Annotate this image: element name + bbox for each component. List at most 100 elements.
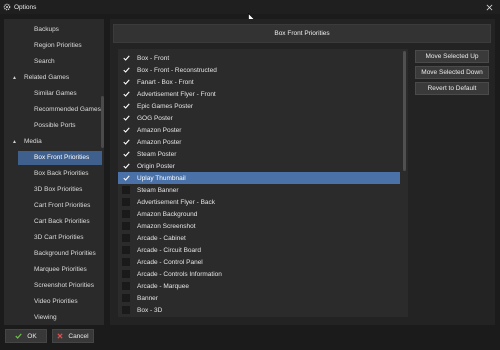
sidebar-item[interactable]: Cart Front Priorities	[18, 199, 102, 213]
revert-to-default-button[interactable]: Revert to Default	[415, 82, 489, 95]
list-item-label: Amazon Poster	[137, 126, 182, 134]
list-item[interactable]: Amazon Screenshot	[118, 220, 400, 232]
checkbox[interactable]	[122, 222, 130, 230]
checkbox[interactable]	[122, 282, 130, 290]
sidebar-item-label: Box Front Priorities	[34, 154, 90, 161]
ok-button[interactable]: OK	[5, 329, 47, 343]
sidebar-item[interactable]: Backups	[18, 23, 102, 37]
list-item[interactable]: Arcade - Controls Information	[118, 268, 400, 280]
checkbox[interactable]	[122, 270, 130, 278]
sidebar-item[interactable]: Region Priorities	[18, 39, 102, 53]
sidebar-item[interactable]: Search	[18, 55, 102, 69]
list-item-label: Arcade - Control Panel	[137, 258, 203, 266]
sidebar-item[interactable]: Background Priorities	[18, 247, 102, 261]
sidebar-item[interactable]: Box Front Priorities	[18, 151, 102, 165]
sidebar-item[interactable]: Recommended Games	[18, 103, 102, 117]
list-item[interactable]: Amazon Poster	[118, 136, 400, 148]
sidebar-item[interactable]: Viewing	[18, 311, 102, 325]
list-item-label: Advertisement Flyer - Back	[137, 198, 216, 206]
sidebar-item-label: Search	[34, 58, 55, 65]
list-item[interactable]: Arcade - Marquee	[118, 280, 400, 292]
checkbox[interactable]	[122, 210, 130, 218]
list-item[interactable]: Arcade - Cabinet	[118, 232, 400, 244]
sidebar-scrollbar[interactable]	[101, 96, 104, 148]
list-item-label: Arcade - Cabinet	[137, 234, 186, 242]
x-icon	[57, 333, 63, 339]
list-item[interactable]: Amazon Poster	[118, 124, 400, 136]
checkbox[interactable]	[122, 114, 130, 122]
sidebar-item[interactable]: Video Priorities	[18, 295, 102, 309]
sidebar-item-label: Recommended Games	[34, 106, 101, 113]
checkbox[interactable]	[122, 102, 130, 110]
options-sidebar: Backups Region Priorities Search ▲ Related G…	[4, 19, 104, 325]
sidebar-item[interactable]: Box Back Priorities	[18, 167, 102, 181]
sidebar-item-label: Viewing	[34, 314, 57, 321]
close-button[interactable]	[478, 0, 500, 14]
sidebar-item-label: Possible Ports	[34, 122, 76, 129]
list-item[interactable]: Box - Front	[118, 52, 400, 64]
list-item[interactable]: GOG Poster	[118, 112, 400, 124]
list-item-label: Origin Poster	[137, 162, 175, 170]
sidebar-item-label: Region Priorities	[34, 42, 82, 49]
checkbox[interactable]	[122, 198, 130, 206]
list-item-label: Arcade - Marquee	[137, 282, 190, 290]
list-item[interactable]: Steam Poster	[118, 148, 400, 160]
sidebar-item[interactable]: Possible Ports	[18, 119, 102, 133]
list-item-label: Banner	[137, 294, 158, 302]
move-down-label: Move Selected Down	[421, 69, 483, 76]
caret-icon[interactable]: ▲	[12, 135, 17, 149]
cancel-label: Cancel	[68, 332, 89, 340]
list-item[interactable]: Origin Poster	[118, 160, 400, 172]
list-scrollbar[interactable]	[403, 51, 406, 171]
gear-icon	[1, 0, 13, 14]
move-selected-down-button[interactable]: Move Selected Down	[415, 66, 489, 79]
checkbox[interactable]	[122, 138, 130, 146]
list-item[interactable]: Epic Games Poster	[118, 100, 400, 112]
list-item[interactable]: Box - Front - Reconstructed	[118, 64, 400, 76]
checkbox[interactable]	[122, 234, 130, 242]
checkbox[interactable]	[122, 90, 130, 98]
checkbox[interactable]	[122, 294, 130, 302]
sidebar-item[interactable]: Screenshot Priorities	[18, 279, 102, 293]
sidebar-item-label: Backups	[34, 26, 59, 33]
checkbox[interactable]	[122, 78, 130, 86]
checkbox[interactable]	[122, 306, 130, 314]
list-item[interactable]: Banner	[118, 292, 400, 304]
list-item-label: Uplay Thumbnail	[137, 174, 186, 182]
close-icon	[486, 4, 492, 10]
cancel-button[interactable]: Cancel	[52, 329, 94, 343]
checkbox[interactable]	[122, 246, 130, 254]
list-item[interactable]: Advertisement Flyer - Front	[118, 88, 400, 100]
checkbox[interactable]	[122, 186, 130, 194]
checkbox[interactable]	[122, 54, 130, 62]
window-title: Options	[14, 3, 37, 11]
sidebar-item[interactable]: 3D Cart Priorities	[18, 231, 102, 245]
list-item[interactable]: Arcade - Circuit Board	[118, 244, 400, 256]
list-item[interactable]: Fanart - Box - Front	[118, 76, 400, 88]
caret-icon[interactable]: ▲	[12, 71, 17, 85]
sidebar-group[interactable]: ▲ Related Games	[4, 71, 102, 85]
list-item-label: Steam Poster	[137, 150, 177, 158]
sidebar-group[interactable]: ▲ Media	[4, 135, 102, 149]
move-selected-up-button[interactable]: Move Selected Up	[415, 50, 489, 63]
checkbox[interactable]	[122, 258, 130, 266]
checkbox[interactable]	[122, 162, 130, 170]
list-item[interactable]: Steam Banner	[118, 184, 400, 196]
sidebar-item[interactable]: Similar Games	[18, 87, 102, 101]
list-item-label: Box - Front	[137, 54, 170, 62]
sidebar-item-label: Cart Back Priorities	[34, 218, 90, 225]
list-item[interactable]: Amazon Background	[118, 208, 400, 220]
sidebar-item[interactable]: Cart Back Priorities	[18, 215, 102, 229]
list-item[interactable]: Box - 3D	[118, 304, 400, 316]
sidebar-item[interactable]: 3D Box Priorities	[18, 183, 102, 197]
list-item[interactable]: Advertisement Flyer - Back	[118, 196, 400, 208]
checkbox[interactable]	[122, 66, 130, 74]
list-item-label: Arcade - Controls Information	[137, 270, 222, 278]
checkbox[interactable]	[122, 126, 130, 134]
sidebar-item[interactable]: Marquee Priorities	[18, 263, 102, 277]
checkbox[interactable]	[122, 150, 130, 158]
list-item[interactable]: Arcade - Control Panel	[118, 256, 400, 268]
checkbox[interactable]	[122, 174, 130, 182]
sidebar-item-label: Related Games	[24, 74, 70, 81]
list-item[interactable]: Uplay Thumbnail	[118, 172, 400, 184]
